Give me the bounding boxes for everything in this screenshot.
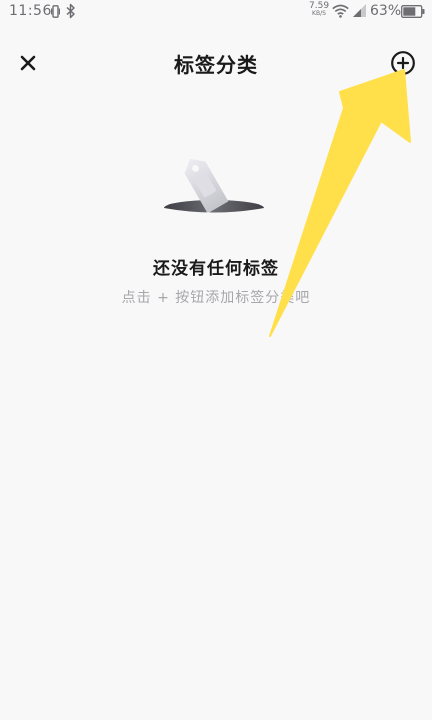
add-tag-button[interactable] — [388, 48, 418, 78]
page-title: 标签分类 — [174, 53, 258, 77]
signal-icon — [353, 4, 366, 17]
status-bar: 11:56 7.59 KB/S 63% — [0, 0, 432, 26]
tag-in-hole-illustration — [164, 158, 264, 222]
wifi-icon — [332, 4, 349, 18]
vibrate-icon — [51, 5, 60, 18]
screen: 11:56 7.59 KB/S 63% 标签分类 还没有任何标签 点击 + 按钮… — [0, 0, 432, 720]
empty-state-hint: 点击 + 按钮添加标签分类吧 — [121, 290, 311, 306]
bluetooth-icon — [66, 3, 75, 19]
battery-icon — [401, 5, 425, 18]
yellow-arrow-pointer — [269, 69, 411, 337]
network-speed-value: 7.59 — [309, 1, 330, 11]
empty-state-title: 还没有任何标签 — [153, 259, 279, 279]
status-time: 11:56 — [9, 3, 52, 19]
battery-percent: 63% — [370, 3, 402, 19]
network-speed-unit: KB/S — [312, 10, 326, 17]
header-bar: 标签分类 — [0, 40, 432, 86]
network-speed: 7.59 KB/S — [309, 2, 329, 18]
add-circle-icon — [391, 51, 415, 75]
